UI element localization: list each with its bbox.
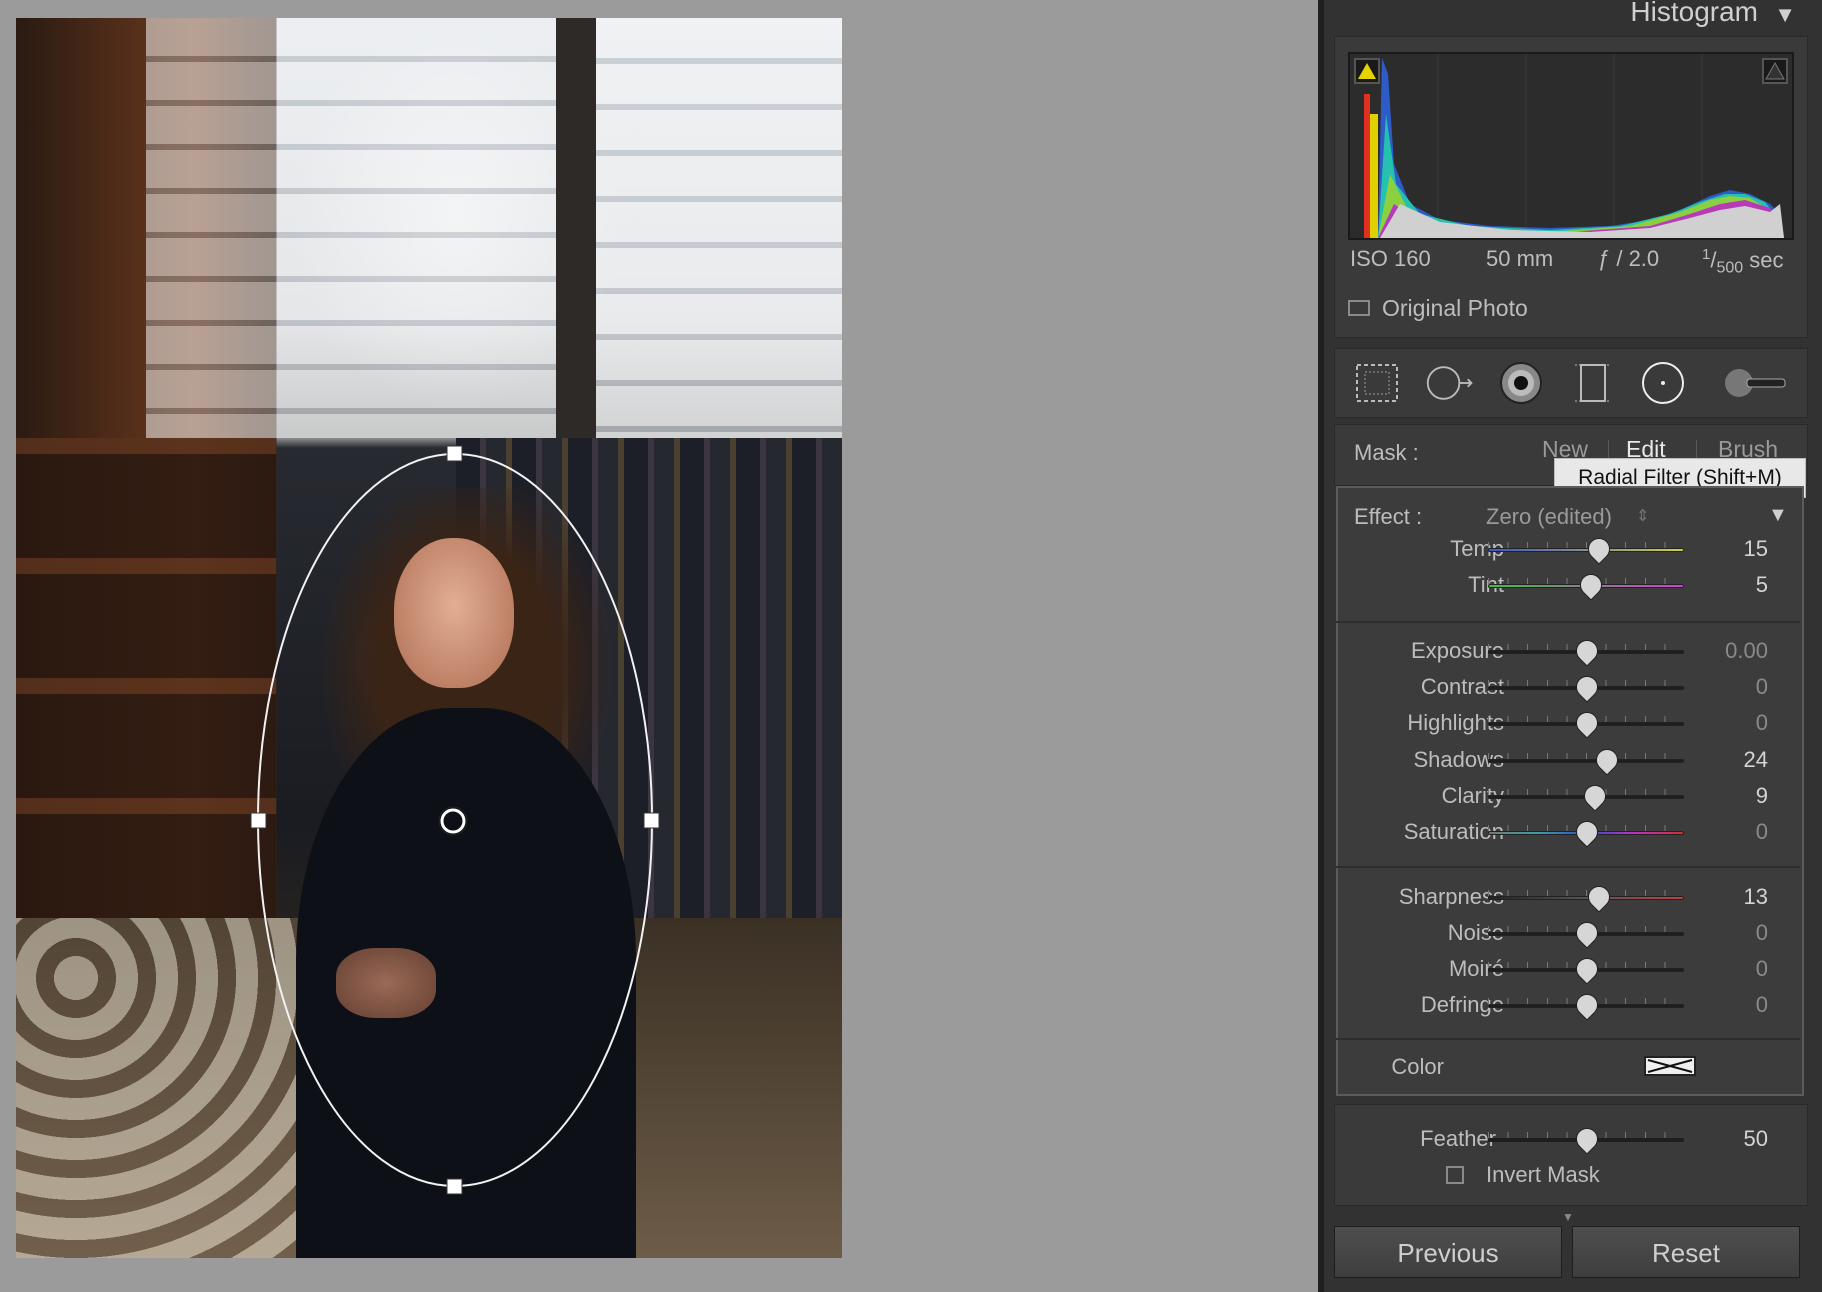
- sharpness-label: Sharpness: [1398, 884, 1504, 909]
- histogram-header[interactable]: Histogram ▼: [1324, 0, 1822, 36]
- exif-shutter-denominator: 500: [1716, 259, 1744, 277]
- contrast-value[interactable]: 0: [1688, 674, 1768, 700]
- moir-label: Moiré: [1448, 956, 1504, 981]
- panel-end-marker-icon: ▼: [1562, 1210, 1574, 1224]
- develop-right-panel: Histogram ▼ ISO 160 50 mm ƒ / 2.0 1/500 …: [1324, 0, 1822, 1292]
- moir-value[interactable]: 0: [1688, 956, 1768, 982]
- effect-label: Effect :: [1354, 504, 1423, 529]
- spot-removal-icon[interactable]: [1425, 359, 1477, 407]
- effect-preset-dropdown[interactable]: Zero (edited): [1486, 504, 1612, 530]
- graduated-filter-icon[interactable]: [1567, 359, 1619, 407]
- temp-slider-track[interactable]: [1488, 548, 1684, 552]
- tint-label: Tint: [1468, 572, 1504, 597]
- mask-label: Mask :: [1354, 440, 1419, 465]
- crop-overlay-icon[interactable]: [1351, 359, 1403, 407]
- invert-mask-label[interactable]: Invert Mask: [1486, 1162, 1600, 1188]
- saturation-value[interactable]: 0: [1688, 819, 1768, 845]
- exif-shutter: 1/500 sec: [1702, 246, 1784, 277]
- histogram-curves: [1364, 54, 1784, 238]
- radial-filter-overlay[interactable]: [16, 18, 842, 1258]
- defringe-value[interactable]: 0: [1688, 992, 1768, 1018]
- radial-handle-top[interactable]: [446, 445, 463, 462]
- sharpness-slider-track[interactable]: [1488, 896, 1684, 900]
- shadows-ticks: [1488, 752, 1684, 759]
- defringe-label: Defringe: [1420, 992, 1504, 1017]
- previous-button[interactable]: Previous: [1334, 1226, 1562, 1278]
- radial-filter-ellipse[interactable]: [257, 453, 653, 1187]
- tool-strip: [1334, 348, 1808, 418]
- shadows-label: Shadows: [1413, 746, 1504, 772]
- original-photo-label[interactable]: Original Photo: [1382, 295, 1528, 322]
- exif-shutter-unit: sec: [1749, 247, 1784, 273]
- shadows-slider-track[interactable]: [1488, 758, 1684, 763]
- reset-button[interactable]: Reset: [1572, 1226, 1800, 1278]
- exif-focal-length: 50 mm: [1486, 246, 1554, 271]
- feather-panel: [1334, 1104, 1808, 1206]
- feather-value[interactable]: 50: [1688, 1126, 1768, 1152]
- saturation-label: Saturation: [1403, 819, 1504, 844]
- temp-value[interactable]: 15: [1688, 536, 1768, 562]
- original-photo-checkbox[interactable]: [1348, 300, 1370, 316]
- contrast-label: Contrast: [1420, 674, 1504, 700]
- invert-mask-checkbox[interactable]: [1446, 1166, 1464, 1184]
- tint-value[interactable]: 5: [1688, 572, 1768, 598]
- section-divider: [1336, 621, 1800, 623]
- exposure-value[interactable]: 0.00: [1688, 638, 1768, 664]
- collapse-triangle-icon[interactable]: ▼: [1768, 504, 1788, 527]
- feather-label: Feather: [1420, 1126, 1496, 1151]
- sharpness-value[interactable]: 13: [1688, 884, 1768, 910]
- radial-handle-left[interactable]: [250, 812, 267, 829]
- highlight-clipping-indicator[interactable]: [1762, 58, 1788, 84]
- exposure-label: Exposure: [1411, 638, 1504, 663]
- clarity-value[interactable]: 9: [1688, 783, 1768, 809]
- radial-filter-icon[interactable]: [1637, 359, 1689, 407]
- exif-aperture: ƒ / 2.0: [1598, 246, 1660, 271]
- histogram-title: Histogram: [1630, 0, 1758, 27]
- histogram-graph[interactable]: [1348, 52, 1794, 240]
- noise-label: Noise: [1447, 920, 1504, 945]
- color-label: Color: [1391, 1054, 1444, 1079]
- section-divider: [1336, 1038, 1800, 1040]
- section-divider: [1336, 866, 1800, 868]
- shadow-clipping-indicator[interactable]: [1354, 58, 1380, 84]
- highlights-value[interactable]: 0: [1688, 710, 1768, 736]
- highlights-label: Highlights: [1407, 710, 1504, 736]
- red-eye-icon[interactable]: [1495, 359, 1547, 407]
- dropdown-arrows-icon[interactable]: ⇕: [1636, 506, 1649, 526]
- noise-value[interactable]: 0: [1688, 920, 1768, 946]
- photo[interactable]: [16, 18, 842, 1258]
- temp-label: Temp: [1450, 536, 1504, 561]
- collapse-triangle-icon[interactable]: ▼: [1774, 2, 1796, 28]
- photo-canvas[interactable]: [0, 0, 1318, 1292]
- radial-center-pin[interactable]: [440, 808, 466, 834]
- radial-handle-right[interactable]: [643, 812, 660, 829]
- adjustment-brush-icon[interactable]: [1721, 359, 1791, 407]
- clarity-label: Clarity: [1441, 782, 1504, 808]
- shadows-value[interactable]: 24: [1688, 747, 1768, 773]
- exif-shutter-numerator: 1: [1702, 246, 1711, 263]
- radial-handle-bottom[interactable]: [446, 1178, 463, 1195]
- color-swatch[interactable]: [1644, 1056, 1696, 1076]
- exif-iso: ISO 160: [1350, 246, 1431, 271]
